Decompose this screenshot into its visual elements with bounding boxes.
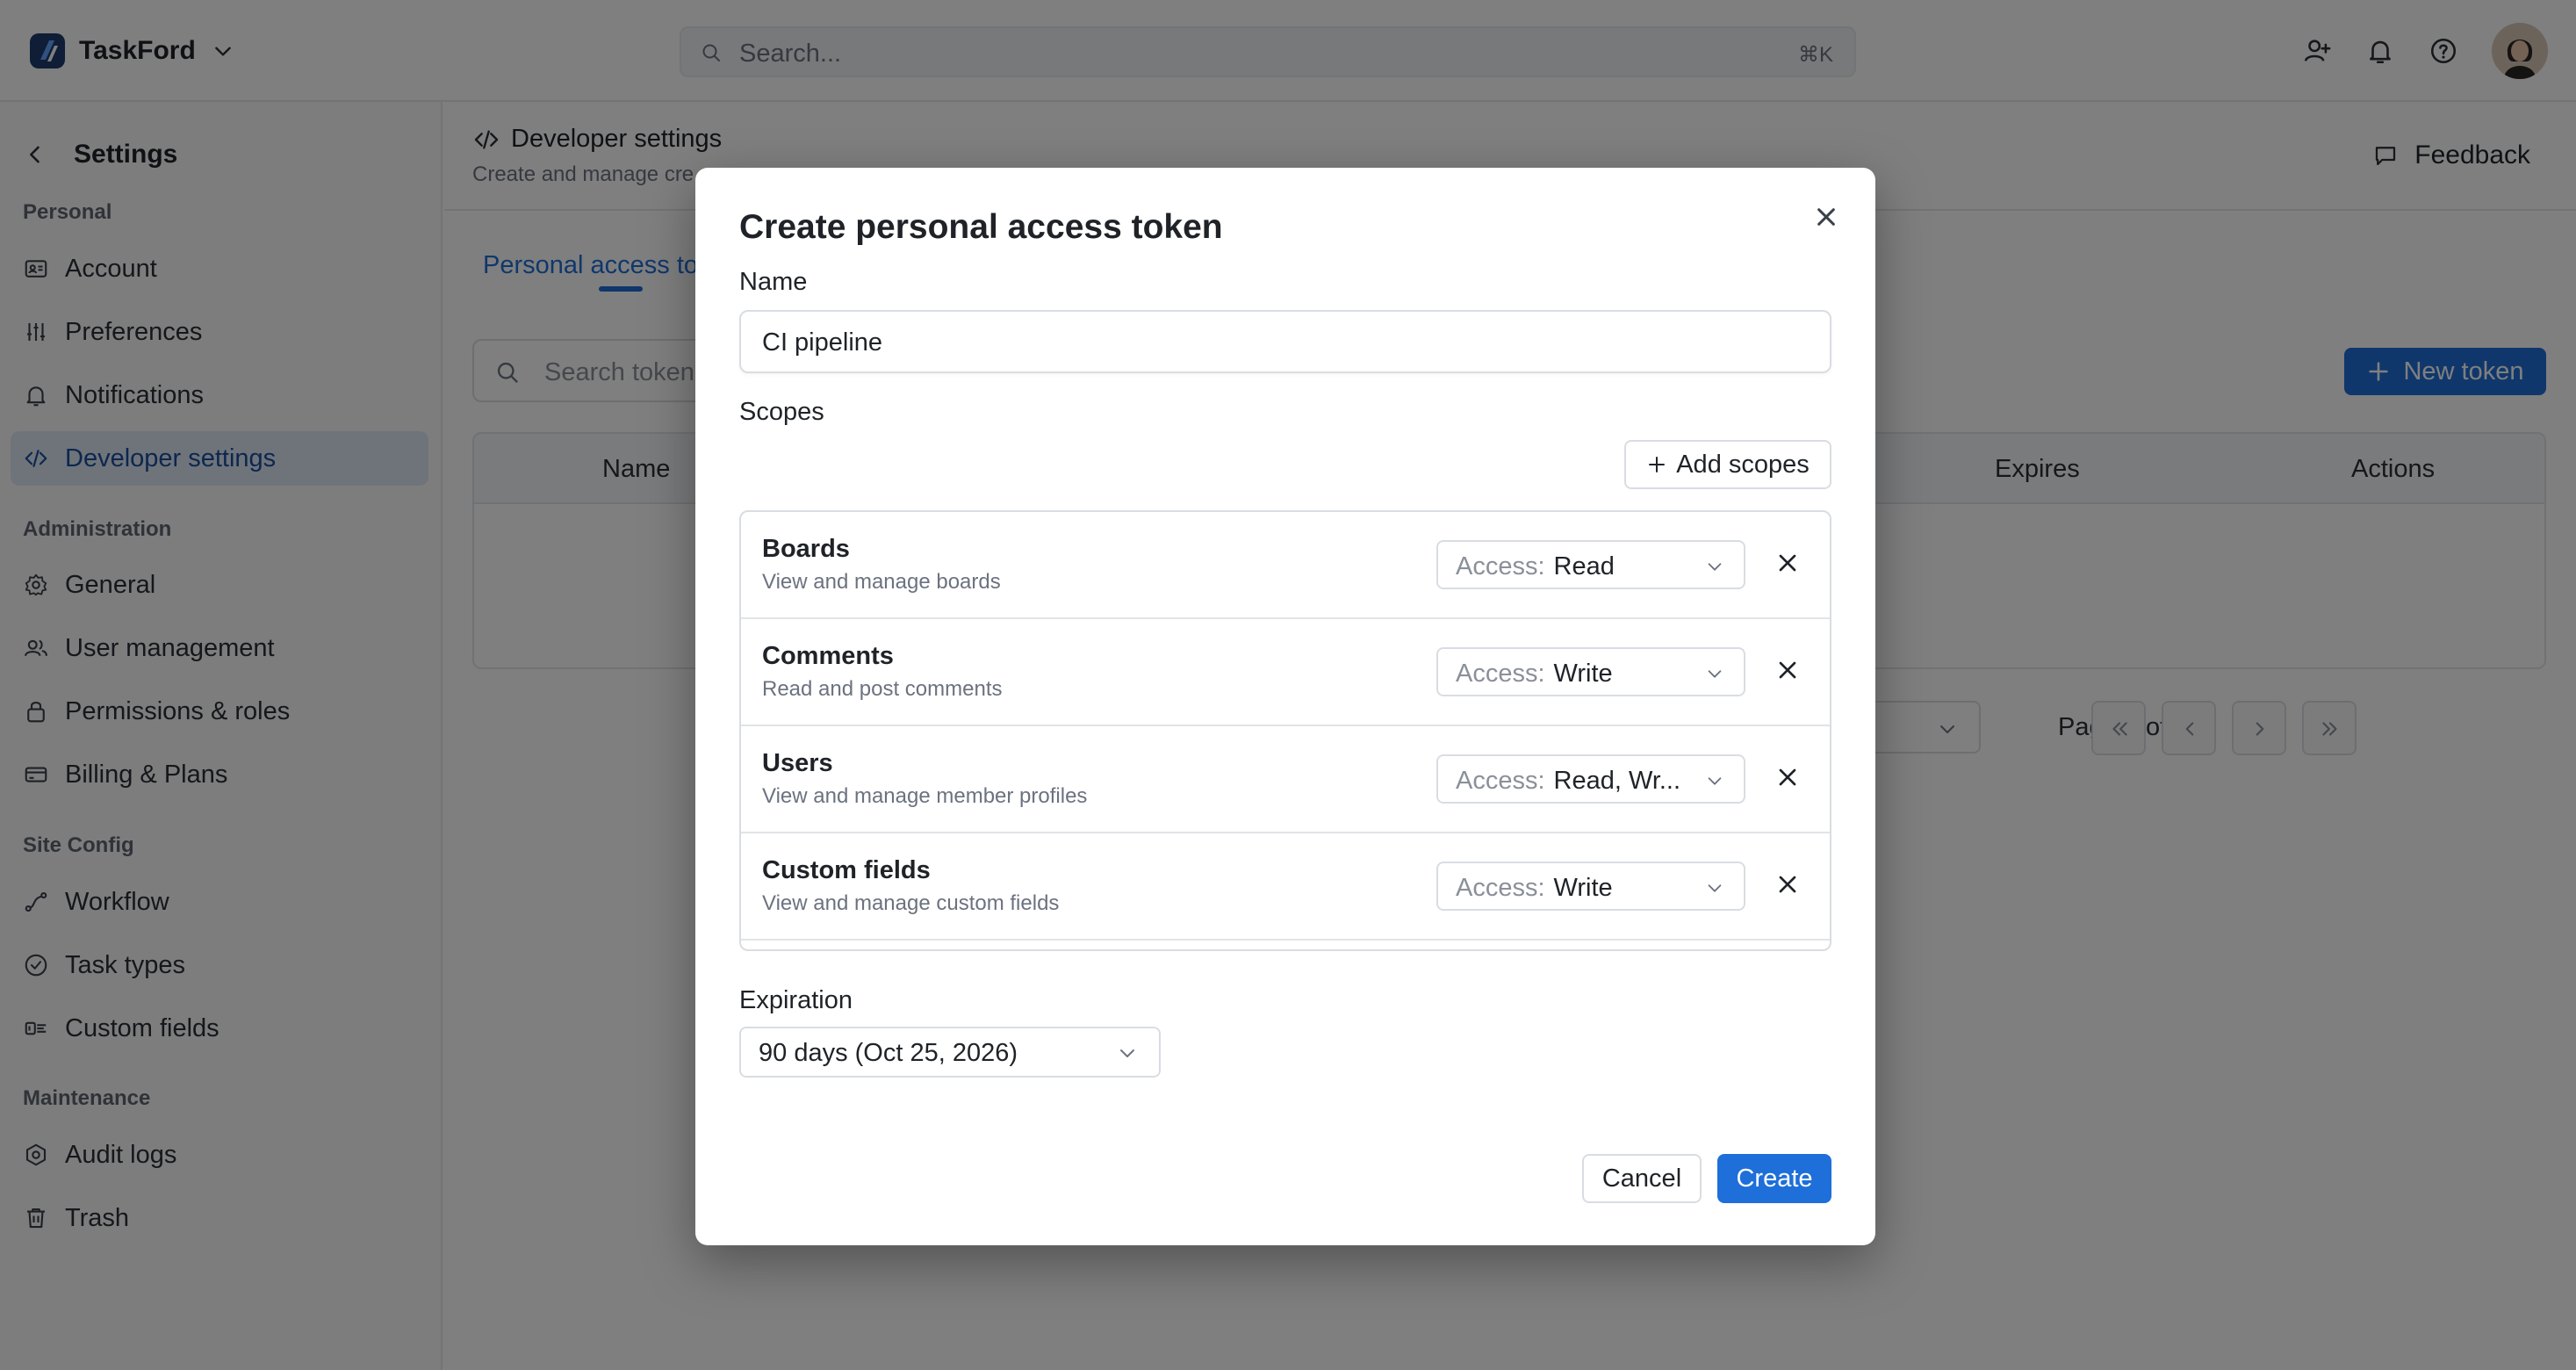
plus-icon	[1649, 457, 1666, 472]
create-button[interactable]: Create	[1717, 1154, 1831, 1203]
access-value: Read	[1553, 552, 1615, 580]
remove-scope-icon[interactable]	[1774, 656, 1802, 684]
scope-name: Custom fields	[762, 856, 931, 884]
cancel-button[interactable]: Cancel	[1582, 1154, 1702, 1203]
access-prefix: Access:	[1456, 874, 1545, 902]
chevron-down-icon	[1708, 563, 1722, 571]
access-select[interactable]: Access: Write	[1436, 862, 1745, 911]
expiration-value: 90 days (Oct 25, 2026)	[759, 1039, 1018, 1067]
add-scopes-label: Add scopes	[1676, 450, 1810, 479]
scope-name: Boards	[762, 535, 850, 563]
dialog-title: Create personal access token	[739, 208, 1223, 246]
scope-name: Comments	[762, 642, 894, 670]
token-name-input[interactable]: CI pipeline	[739, 310, 1831, 373]
scope-name: Users	[762, 749, 833, 777]
close-button[interactable]	[1809, 199, 1844, 234]
chevron-down-icon	[1120, 1049, 1134, 1057]
scope-row-boards: Boards View and manage boards Access: Rea…	[741, 512, 1830, 619]
remove-scope-icon[interactable]	[1774, 549, 1802, 577]
scope-row-custom-fields: Custom fields View and manage custom fie…	[741, 833, 1830, 941]
chevron-down-icon	[1708, 670, 1722, 678]
scopes-list: Boards View and manage boards Access: Rea…	[739, 510, 1831, 951]
access-select[interactable]: Access: Read	[1436, 540, 1745, 589]
access-prefix: Access:	[1456, 552, 1545, 580]
access-value: Read, Wr...	[1553, 767, 1681, 795]
access-select[interactable]: Access: Read, Wr...	[1436, 754, 1745, 804]
chevron-down-icon	[1708, 777, 1722, 785]
access-prefix: Access:	[1456, 660, 1545, 688]
add-scopes-button[interactable]: Add scopes	[1624, 440, 1831, 489]
remove-scope-icon[interactable]	[1774, 870, 1802, 898]
expiration-label: Expiration	[739, 986, 853, 1014]
remove-scope-icon[interactable]	[1774, 763, 1802, 791]
scope-description: Read and post comments	[762, 677, 1003, 701]
expiration-select[interactable]: 90 days (Oct 25, 2026)	[739, 1027, 1161, 1078]
close-icon	[1817, 208, 1835, 226]
access-value: Write	[1553, 874, 1613, 902]
chevron-down-icon	[1708, 884, 1722, 892]
scope-row-comments: Comments Read and post comments Access: W…	[741, 619, 1830, 726]
scope-description: View and manage boards	[762, 570, 1001, 594]
access-prefix: Access:	[1456, 767, 1545, 795]
name-label: Name	[739, 268, 808, 296]
scope-description: View and manage custom fields	[762, 891, 1060, 915]
create-token-dialog: Create personal access token Name CI pip…	[695, 168, 1875, 1245]
scopes-label: Scopes	[739, 398, 824, 426]
access-select[interactable]: Access: Write	[1436, 647, 1745, 696]
scope-description: View and manage member profiles	[762, 784, 1088, 808]
access-value: Write	[1553, 660, 1613, 688]
scope-row-users: Users View and manage member profiles Ac…	[741, 726, 1830, 833]
